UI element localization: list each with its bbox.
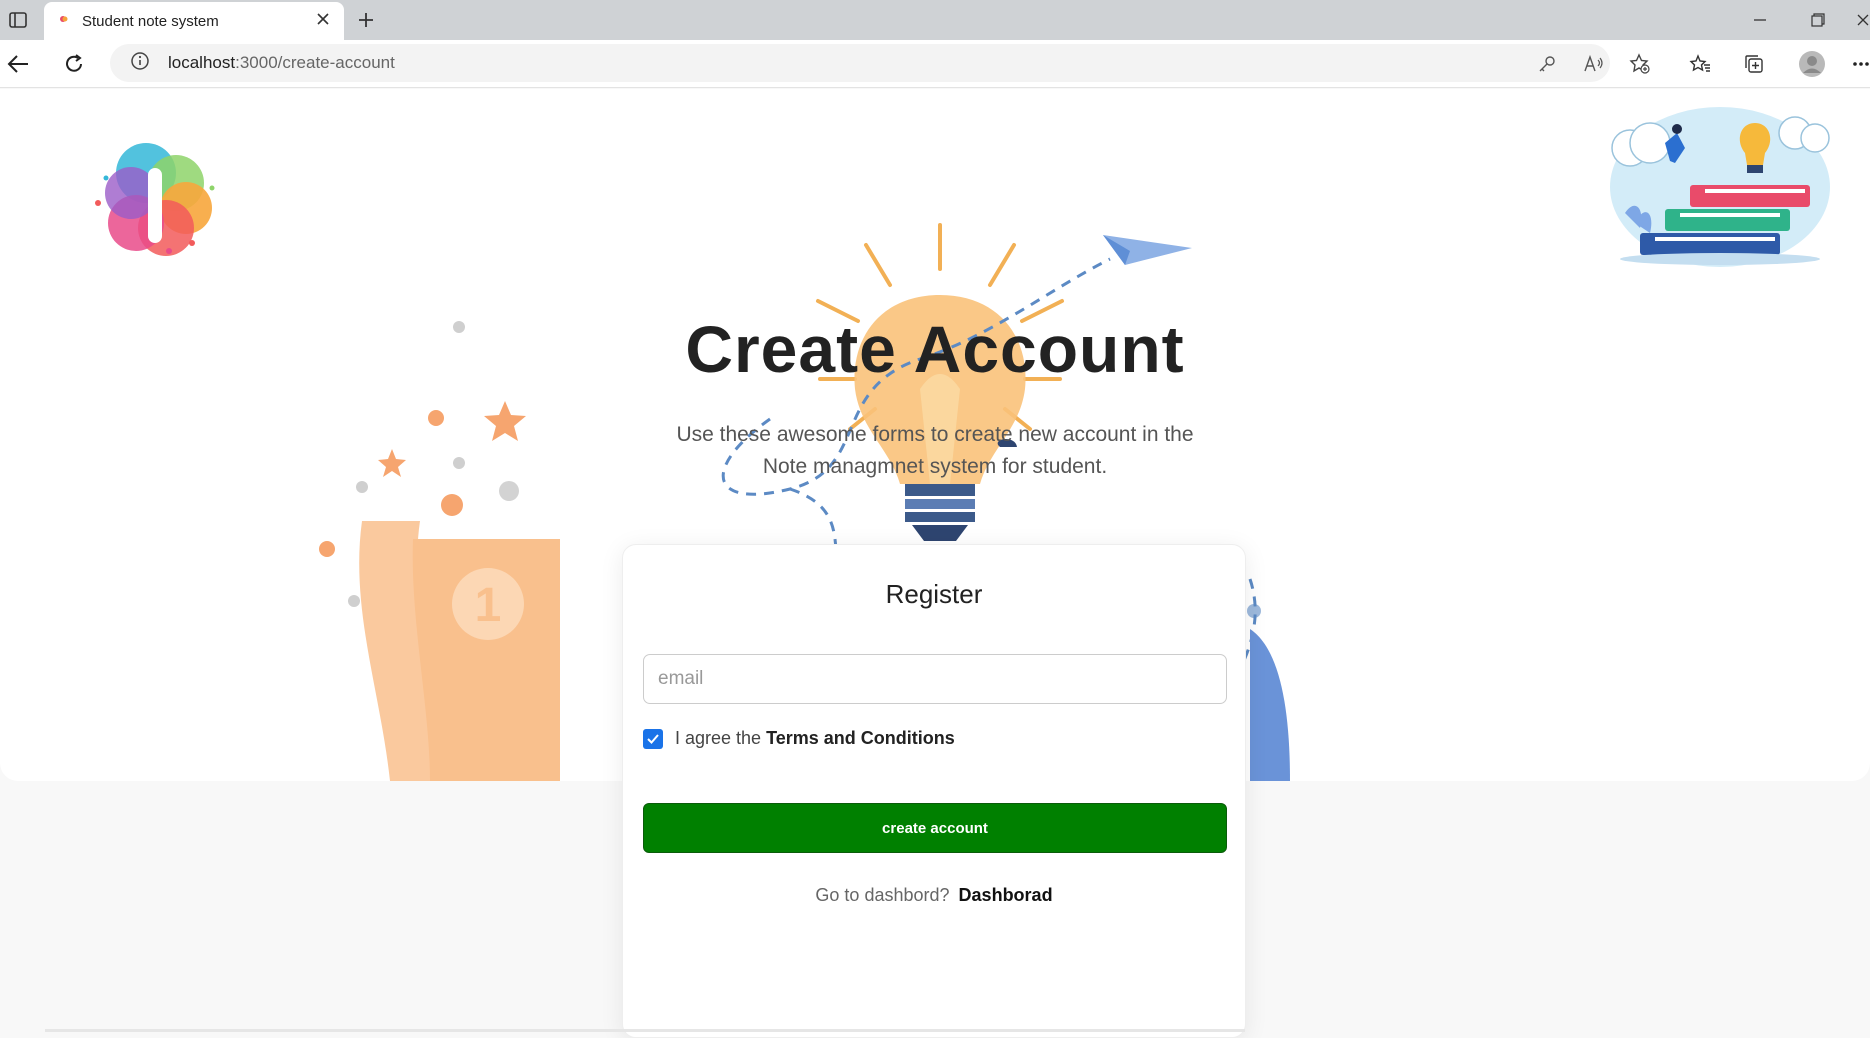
read-aloud-icon[interactable] xyxy=(1582,52,1606,76)
svg-text:1: 1 xyxy=(475,579,502,632)
page-title: Create Account xyxy=(685,312,1185,386)
password-key-icon[interactable] xyxy=(1535,52,1559,76)
agree-label: I agree the xyxy=(675,728,762,748)
add-favorite-icon[interactable] xyxy=(1628,52,1652,76)
register-title: Register xyxy=(885,579,983,609)
dashboard-prompt: Go to dashbord? Dashborad xyxy=(623,885,1245,906)
profile-avatar-icon[interactable] xyxy=(1798,50,1826,78)
dashboard-link[interactable]: Dashborad xyxy=(959,885,1053,905)
terms-checkbox[interactable] xyxy=(643,728,663,749)
tab-title: Student note system xyxy=(82,12,219,30)
minimize-icon[interactable] xyxy=(1748,8,1772,32)
page-subtitle: Use these awesome forms to create new ac… xyxy=(676,423,1194,478)
create-account-button[interactable]: create account xyxy=(643,803,1227,853)
more-menu-icon[interactable] xyxy=(1852,52,1870,76)
browser-tab-bar: Student note system xyxy=(0,0,1870,40)
favorites-icon[interactable] xyxy=(1688,52,1712,76)
bottom-divider xyxy=(45,1029,1245,1032)
url-host: localhost xyxy=(168,53,236,72)
new-tab-icon[interactable] xyxy=(354,8,378,32)
browser-tab-active[interactable]: Student note system xyxy=(44,2,344,40)
site-info-icon[interactable] xyxy=(130,51,150,76)
browser-toolbar: localhost:3000/create-account xyxy=(0,40,1870,88)
collections-icon[interactable] xyxy=(1742,52,1766,76)
refresh-icon[interactable] xyxy=(62,52,86,76)
back-icon[interactable] xyxy=(6,52,30,76)
page-content: 1 Create Account Use these awesome forms… xyxy=(0,89,1870,1038)
email-input[interactable] xyxy=(643,654,1227,704)
address-bar[interactable]: localhost:3000/create-account xyxy=(110,44,1610,82)
register-card: Register I agree the Terms and Condition… xyxy=(622,544,1246,1038)
url-text: localhost:3000/create-account xyxy=(168,53,395,73)
close-window-icon[interactable] xyxy=(1856,8,1870,32)
terms-link[interactable]: Terms and Conditions xyxy=(766,728,955,749)
terms-agreement-row: I agree the Terms and Conditions xyxy=(643,728,955,749)
checkmark-icon xyxy=(647,733,659,744)
books-illustration xyxy=(1595,103,1833,271)
tab-actions-icon[interactable] xyxy=(6,8,30,32)
brand-logo[interactable] xyxy=(36,103,246,323)
close-tab-icon[interactable] xyxy=(316,12,330,31)
url-path: :3000/create-account xyxy=(235,53,395,72)
dashboard-prompt-text: Go to dashbord? xyxy=(815,885,950,905)
tab-favicon-icon xyxy=(58,12,70,30)
restore-icon[interactable] xyxy=(1806,8,1830,32)
